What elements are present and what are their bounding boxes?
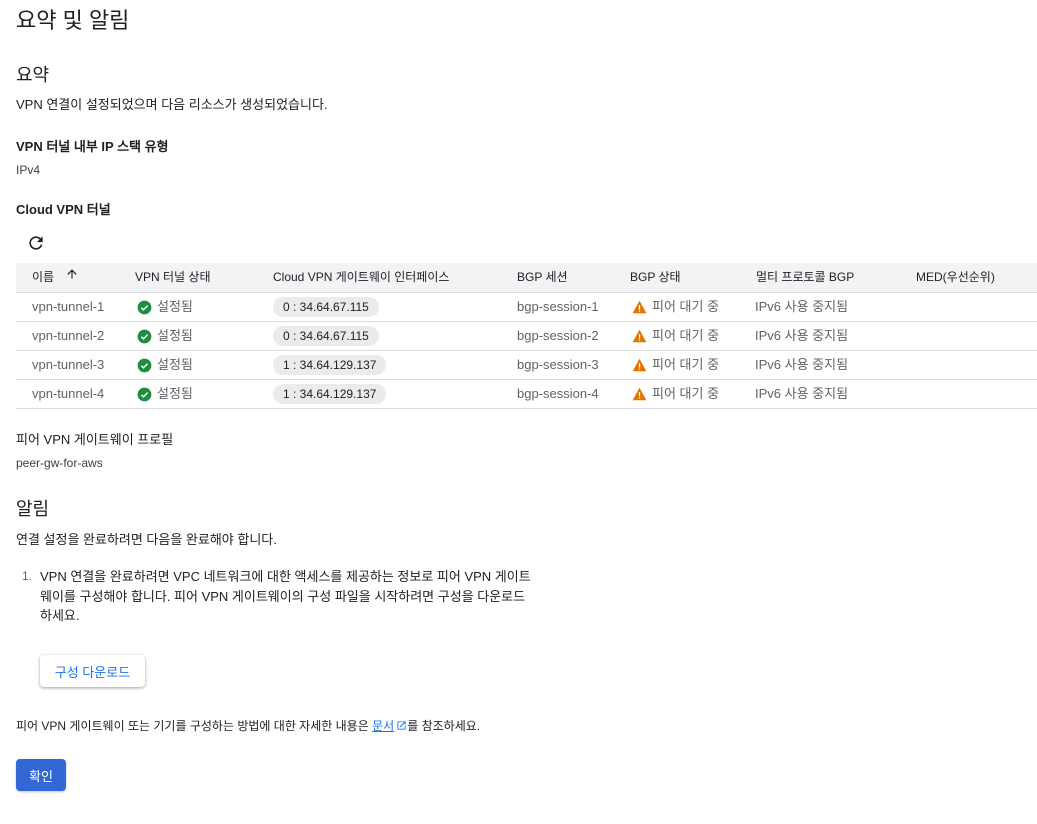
alerts-heading: 알림 xyxy=(16,499,50,519)
external-link-icon xyxy=(396,718,407,736)
bgp-session: bgp-session-1 xyxy=(517,299,599,314)
check-circle-icon xyxy=(137,387,152,402)
column-header-name[interactable]: 이름 xyxy=(32,263,79,292)
vpn-tunnels-table: 이름 VPN 터널 상태 Cloud VPN 게이트웨이 인터페이스 BGP 세… xyxy=(16,263,1037,409)
table-row: vpn-tunnel-2 설정됨 0 : 34.64.67.115 bgp-se… xyxy=(16,322,1037,351)
tunnel-name: vpn-tunnel-1 xyxy=(32,299,105,314)
gateway-interface-chip: 1 : 34.64.129.137 xyxy=(273,355,387,375)
check-circle-icon xyxy=(137,329,152,344)
alerts-description: 연결 설정을 완료하려면 다음을 완료해야 합니다. xyxy=(16,532,277,547)
bgp-status: 피어 대기 중 xyxy=(632,322,719,350)
footer-info: 피어 VPN 게이트웨이 또는 기기를 구성하는 방법에 대한 자세한 내용은 … xyxy=(16,717,480,736)
page-title: 요약 및 알림 xyxy=(16,8,130,33)
column-header-gateway-interface[interactable]: Cloud VPN 게이트웨이 인터페이스 xyxy=(273,263,449,292)
warning-icon xyxy=(632,329,647,343)
tunnel-name: vpn-tunnel-4 xyxy=(32,386,105,401)
tunnel-name: vpn-tunnel-3 xyxy=(32,357,105,372)
multiprotocol-bgp: IPv6 사용 중지됨 xyxy=(755,328,849,343)
table-row: vpn-tunnel-3 설정됨 1 : 34.64.129.137 bgp-s… xyxy=(16,351,1037,380)
tunnel-status: 설정됨 xyxy=(137,322,193,350)
summary-description: VPN 연결이 설정되었으며 다음 리소스가 생성되었습니다. xyxy=(16,97,328,112)
warning-icon xyxy=(632,387,647,401)
bgp-status: 피어 대기 중 xyxy=(632,380,719,408)
tunnel-status: 설정됨 xyxy=(137,293,193,321)
bgp-session: bgp-session-3 xyxy=(517,357,599,372)
gateway-interface-chip: 0 : 34.64.67.115 xyxy=(273,297,379,317)
column-header-bgp-status[interactable]: BGP 상태 xyxy=(630,263,681,292)
tunnel-status: 설정됨 xyxy=(137,351,193,379)
bgp-status: 피어 대기 중 xyxy=(632,293,719,321)
ip-stack-label: VPN 터널 내부 IP 스택 유형 xyxy=(16,139,169,154)
tunnels-label: Cloud VPN 터널 xyxy=(16,202,111,217)
peer-gateway-label: 피어 VPN 게이트웨이 프로필 xyxy=(16,432,174,447)
bgp-session: bgp-session-2 xyxy=(517,328,599,343)
check-circle-icon xyxy=(137,358,152,373)
table-row: vpn-tunnel-4 설정됨 1 : 34.64.129.137 bgp-s… xyxy=(16,380,1037,409)
multiprotocol-bgp: IPv6 사용 중지됨 xyxy=(755,299,849,314)
download-config-button[interactable]: 구성 다운로드 xyxy=(40,655,145,687)
gateway-interface-chip: 0 : 34.64.67.115 xyxy=(273,326,379,346)
summary-heading: 요약 xyxy=(16,65,50,85)
refresh-icon[interactable] xyxy=(26,233,46,253)
table-row: vpn-tunnel-1 설정됨 0 : 34.64.67.115 bgp-se… xyxy=(16,293,1037,322)
ip-stack-value: IPv4 xyxy=(16,163,41,177)
table-header: 이름 VPN 터널 상태 Cloud VPN 게이트웨이 인터페이스 BGP 세… xyxy=(16,263,1037,293)
arrow-up-icon[interactable] xyxy=(65,263,79,292)
peer-gateway-value: peer-gw-for-aws xyxy=(16,456,103,470)
alerts-list: 1. VPN 연결을 완료하려면 VPC 네트워크에 대한 액세스를 제공하는 … xyxy=(16,567,536,626)
check-circle-icon xyxy=(137,300,152,315)
column-header-multiprotocol-bgp[interactable]: 멀티 프로토콜 BGP xyxy=(756,263,854,292)
multiprotocol-bgp: IPv6 사용 중지됨 xyxy=(755,357,849,372)
gateway-interface-chip: 1 : 34.64.129.137 xyxy=(273,384,387,404)
tunnel-status: 설정됨 xyxy=(137,380,193,408)
tunnel-name: vpn-tunnel-2 xyxy=(32,328,105,343)
multiprotocol-bgp: IPv6 사용 중지됨 xyxy=(755,386,849,401)
list-item: 1. VPN 연결을 완료하려면 VPC 네트워크에 대한 액세스를 제공하는 … xyxy=(22,569,531,623)
bgp-session: bgp-session-4 xyxy=(517,386,599,401)
bgp-status: 피어 대기 중 xyxy=(632,351,719,379)
confirm-button[interactable]: 확인 xyxy=(16,759,66,791)
column-header-bgp-session[interactable]: BGP 세션 xyxy=(517,263,568,292)
docs-link[interactable]: 문서 xyxy=(372,719,407,733)
warning-icon xyxy=(632,300,647,314)
warning-icon xyxy=(632,358,647,372)
column-header-tunnel-status[interactable]: VPN 터널 상태 xyxy=(135,263,211,292)
column-header-med[interactable]: MED(우선순위) xyxy=(916,263,995,292)
